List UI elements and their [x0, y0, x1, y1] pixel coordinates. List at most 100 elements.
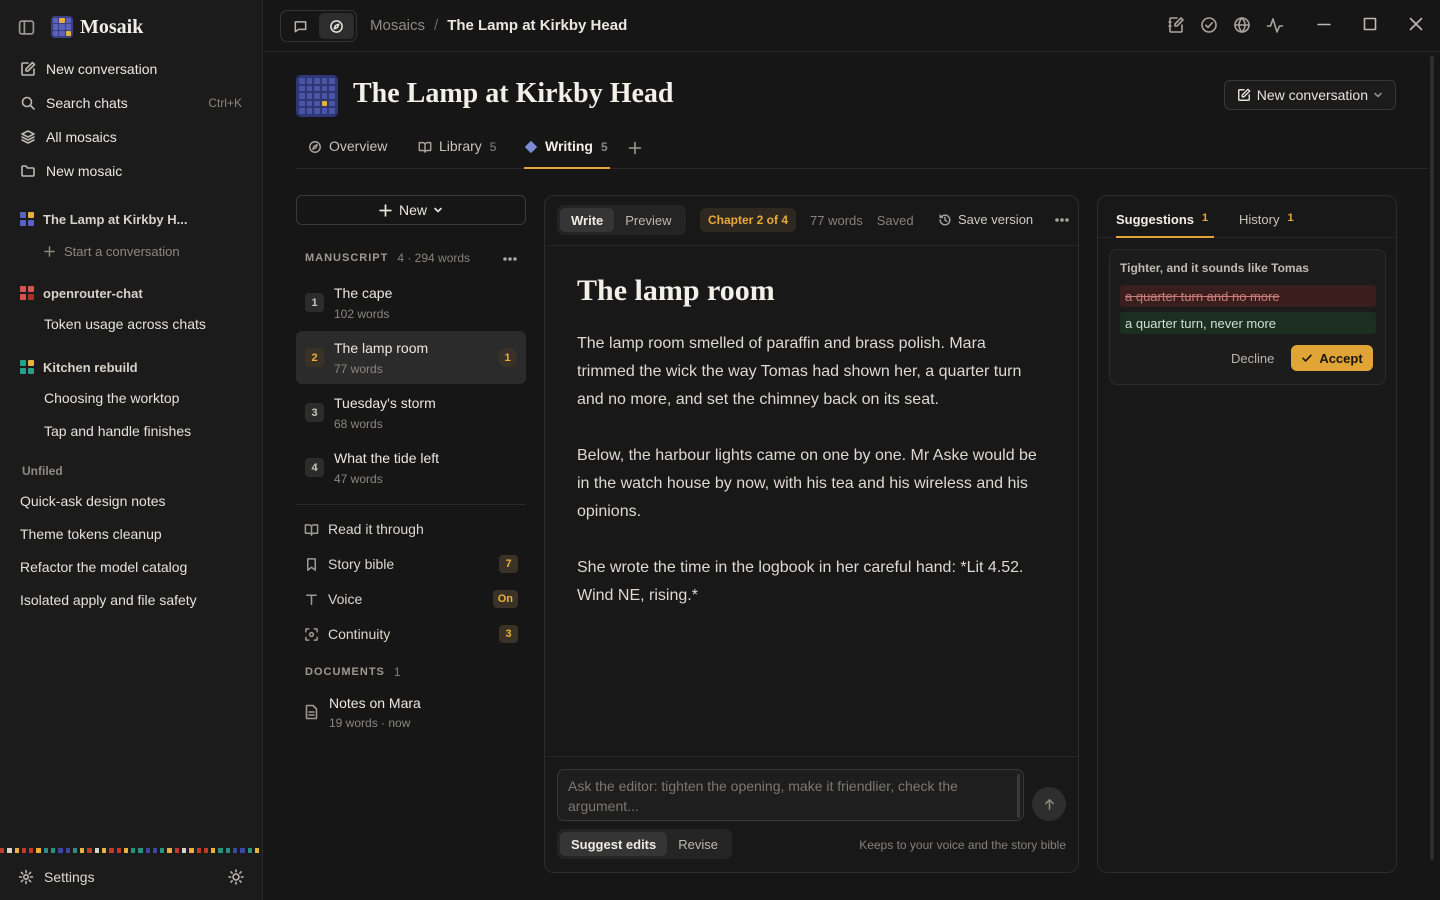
strip-tile [109, 848, 114, 853]
nav-label: Search chats [46, 95, 128, 111]
nav-all-mosaics[interactable]: All mosaics [20, 125, 242, 149]
conversation-item[interactable]: Isolated apply and file safety [20, 592, 197, 608]
chapter-item[interactable]: 4 What the tide left 47 words [296, 441, 526, 494]
strip-tile [240, 848, 245, 853]
send-button[interactable] [1032, 787, 1066, 821]
strip-tile [254, 848, 260, 853]
maximize-icon[interactable] [1362, 16, 1378, 32]
strip-tile [36, 848, 41, 853]
tool-read-through[interactable]: Read it through [304, 518, 518, 540]
tab-label: History [1239, 212, 1280, 227]
input-scrollbar [1017, 774, 1020, 818]
chapter-item[interactable]: 1 The cape 102 words [296, 276, 526, 329]
chapter-item-active[interactable]: 2 The lamp room 77 words 1 [296, 331, 526, 384]
more-horizontal-icon[interactable] [1054, 213, 1070, 227]
tab-overview[interactable]: Overview [308, 138, 387, 169]
new-chapter-button[interactable]: New [296, 195, 526, 225]
chapter-title: The cape [334, 285, 393, 301]
window-controls [1316, 16, 1424, 32]
tool-story-bible[interactable]: Story bible 7 [304, 553, 518, 575]
sun-icon[interactable] [228, 869, 244, 885]
breadcrumb-current: The Lamp at Kirkby Head [447, 17, 628, 34]
page-scrollbar[interactable] [1430, 56, 1434, 860]
conversation-item[interactable]: Theme tokens cleanup [20, 526, 162, 542]
document-title: Notes on Mara [329, 695, 421, 711]
tool-label: Voice [328, 591, 363, 607]
more-horizontal-icon[interactable] [502, 252, 518, 266]
accept-button[interactable]: Accept [1291, 345, 1373, 371]
conversation-item[interactable]: Token usage across chats [44, 314, 250, 334]
breadcrumb-separator: / [434, 17, 439, 34]
decline-button[interactable]: Decline [1231, 351, 1274, 366]
mosaic-cover-icon [296, 75, 338, 117]
scan-icon [304, 627, 319, 642]
shortcut-hint: Ctrl+K [208, 96, 242, 110]
cover-tile [321, 85, 328, 92]
prose-paragraph[interactable]: Below, the harbour lights came on one by… [577, 442, 1037, 526]
mosaic-group-lamp[interactable]: The Lamp at Kirkby H... [20, 209, 250, 229]
strip-tile [58, 848, 63, 853]
nav-new-conversation[interactable]: New conversation [20, 57, 242, 81]
conversation-item[interactable]: Choosing the worktop [44, 388, 250, 408]
chapter-number: 1 [305, 293, 324, 312]
new-conversation-button[interactable]: New conversation [1223, 80, 1396, 110]
cover-tile [329, 93, 335, 99]
suggestion-count-badge: 1 [498, 348, 517, 367]
view-switch [280, 10, 357, 42]
mosaic-group-openrouter[interactable]: openrouter-chat [20, 283, 250, 303]
ask-editor-input[interactable]: Ask the editor: tighten the opening, mak… [557, 769, 1024, 821]
folder-icon [20, 163, 36, 179]
tab-history[interactable]: History 1 [1239, 212, 1294, 238]
cover-tile [299, 108, 305, 114]
close-icon[interactable] [1408, 16, 1424, 32]
chat-view-button[interactable] [283, 13, 319, 39]
minimize-icon[interactable] [1316, 16, 1332, 32]
save-version-button[interactable]: Save version [938, 212, 1033, 227]
preview-mode-button[interactable]: Preview [614, 208, 682, 232]
tab-suggestions[interactable]: Suggestions 1 [1116, 212, 1215, 238]
breadcrumb-mosaics[interactable]: Mosaics [370, 17, 425, 34]
prose-paragraph[interactable]: She wrote the time in the logbook in her… [577, 554, 1037, 610]
sidebar-toggle-icon[interactable] [18, 19, 35, 36]
globe-icon[interactable] [1233, 16, 1251, 34]
notebook-pen-icon[interactable] [1167, 16, 1185, 34]
add-tab-icon[interactable] [628, 141, 642, 155]
chapter-item[interactable]: 3 Tuesday's storm 68 words [296, 386, 526, 439]
tool-continuity[interactable]: Continuity 3 [304, 623, 518, 645]
manuscript-section-label: MANUSCRIPT 4 · 294 words [305, 251, 470, 265]
document-item[interactable]: Notes on Mara 19 words · now [304, 694, 518, 734]
nav-new-mosaic[interactable]: New mosaic [20, 159, 242, 183]
conversation-item[interactable]: Tap and handle finishes [44, 421, 250, 441]
tab-writing[interactable]: Writing 5 [524, 138, 610, 169]
prose-paragraph[interactable]: The lamp room smelled of paraffin and br… [577, 330, 1037, 414]
section-title: MANUSCRIPT [305, 252, 389, 264]
compose-icon [1237, 88, 1251, 102]
settings-row[interactable]: Settings [18, 866, 244, 888]
cover-tile [321, 108, 328, 114]
group-name: Kitchen rebuild [43, 359, 138, 375]
mosaic-dot-icon [20, 212, 34, 226]
explore-view-button[interactable] [318, 13, 354, 39]
check-circle-icon[interactable] [1200, 16, 1218, 34]
conversation-item[interactable]: Refactor the model catalog [20, 559, 187, 575]
cover-tile [299, 93, 305, 99]
write-mode-button[interactable]: Write [560, 208, 615, 232]
tool-voice[interactable]: Voice On [304, 588, 518, 610]
activity-icon[interactable] [1266, 16, 1284, 34]
strip-tile [94, 848, 99, 853]
strip-tile [211, 848, 216, 853]
cover-tile [329, 78, 335, 84]
settings-label: Settings [44, 869, 95, 885]
suggestions-tabs: Suggestions 1 History 1 [1098, 196, 1396, 238]
nav-search-chats[interactable]: Search chats Ctrl+K [20, 91, 242, 115]
suggest-edits-button[interactable]: Suggest edits [560, 832, 668, 856]
start-label: Start a conversation [64, 243, 180, 259]
toolbar-icons [1167, 16, 1284, 34]
conversation-item[interactable]: Quick-ask design notes [20, 493, 166, 509]
tab-library[interactable]: Library 5 [418, 138, 496, 169]
mosaic-group-kitchen[interactable]: Kitchen rebuild [20, 357, 250, 377]
chapter-position-pill: Chapter 2 of 4 [700, 208, 797, 232]
start-conversation-link[interactable]: Start a conversation [44, 241, 180, 261]
editor-ask-area: Ask the editor: tighten the opening, mak… [545, 756, 1078, 872]
revise-button[interactable]: Revise [667, 832, 729, 856]
